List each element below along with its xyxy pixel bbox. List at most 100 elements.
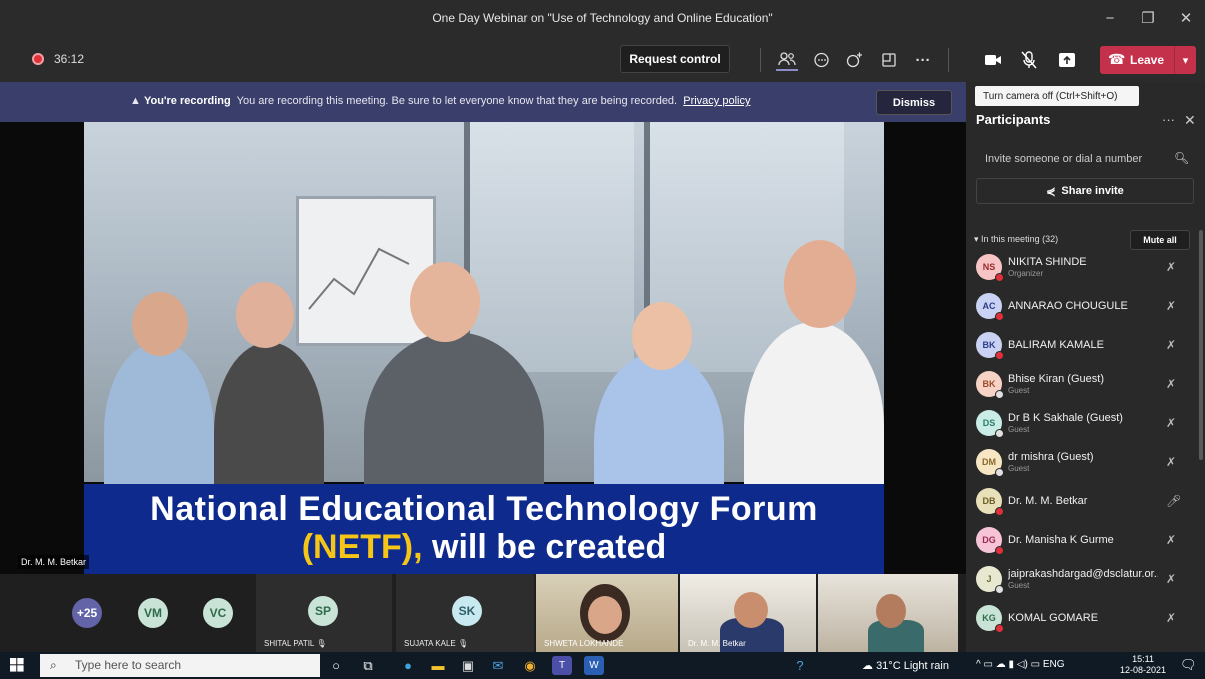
person-head [784, 240, 856, 328]
status-icon [995, 585, 1004, 594]
status-icon [995, 312, 1004, 321]
invite-input[interactable]: Invite someone or dial a number [976, 146, 1198, 172]
leave-button[interactable]: ☎ Leave ▾ [1100, 46, 1196, 74]
caption-line-1: National Educational Technology Forum [150, 490, 818, 528]
file-explorer-icon[interactable]: ▬ [428, 656, 448, 675]
caption-line-2: (NETF), will be created [84, 528, 884, 567]
system-tray[interactable]: ^ ▭ ☁ ▮ ◁) ▭ ENG [976, 659, 1064, 670]
participant-tile-name: SUJATA KALE 🎙 [404, 639, 469, 648]
chat-icon[interactable] [810, 49, 832, 71]
camera-tile[interactable]: Dr. M. M. Betkar [680, 574, 816, 652]
window-title: One Day Webinar on "Use of Technology an… [432, 11, 773, 25]
camera-tile[interactable] [818, 574, 958, 652]
privacy-policy-link[interactable]: Privacy policy [683, 95, 750, 107]
dismiss-button[interactable]: Dismiss [876, 90, 952, 115]
participant-role: Guest [1008, 425, 1030, 434]
rooms-icon[interactable] [878, 49, 900, 71]
participant-tile[interactable]: SP SHITAL PATIL 🎙 [256, 574, 392, 652]
participant-row[interactable]: DB Dr. M. M. Betkar 🎤︎ [966, 484, 1194, 518]
mic-off-icon[interactable]: ✗ [1166, 611, 1176, 625]
cortana-icon[interactable]: ○ [326, 656, 346, 675]
mic-off-icon[interactable]: ✗ [1166, 260, 1176, 274]
tray-icons: ▭ ☁ ▮ ◁) ▭ [983, 659, 1041, 670]
person-head [132, 292, 188, 356]
reactions-icon[interactable] [844, 49, 866, 71]
participant-tile-name: SHITAL PATIL 🎙 [264, 639, 327, 648]
camera-tile[interactable]: SHWETA LOKHANDE [536, 574, 678, 652]
participant-role: Organizer [1008, 269, 1044, 278]
camera-icon[interactable] [982, 49, 1004, 71]
mute-all-button[interactable]: Mute all [1130, 230, 1190, 250]
more-icon[interactable]: ··· [912, 49, 934, 71]
request-control-button[interactable]: Request control [620, 45, 730, 73]
participant-row[interactable]: BK BALIRAM KAMALE ✗ [966, 328, 1194, 362]
in-meeting-header[interactable]: ▾ In this meeting (32) [974, 234, 1058, 245]
mic-icon[interactable]: 🎤︎ [1166, 494, 1181, 508]
panel-more-icon[interactable]: ··· [1162, 112, 1175, 127]
participant-name: KOMAL GOMARE [1008, 612, 1099, 624]
avatar[interactable]: VM [138, 598, 168, 628]
taskbar-clock[interactable]: 15:11 12-08-2021 [1120, 654, 1166, 676]
person-face [876, 594, 906, 628]
participant-row[interactable]: KG KOMAL GOMARE ✗ [966, 601, 1194, 635]
maximize-button[interactable]: ❐ [1129, 0, 1167, 36]
chevron-down-icon[interactable]: ▾ [1174, 46, 1196, 74]
caption-rest: will be created [422, 528, 667, 566]
participant-row[interactable]: DS Dr B K Sakhale (Guest) Guest ✗ [966, 406, 1194, 440]
close-button[interactable]: ✕ [1167, 0, 1205, 36]
mic-off-icon: 🎙 [457, 639, 469, 648]
overflow-count-badge[interactable]: +25 [72, 598, 102, 628]
phone-hangup-icon: ☎ [1108, 51, 1126, 67]
minimize-button[interactable]: − [1091, 0, 1129, 36]
windows-start-icon[interactable] [10, 658, 24, 675]
participant-tile[interactable]: SK SUJATA KALE 🎙 [396, 574, 534, 652]
mic-off-icon[interactable]: ✗ [1166, 377, 1176, 391]
word-icon[interactable]: W [584, 656, 604, 675]
avatar: SP [308, 596, 338, 626]
weather-widget[interactable]: ☁ 31°C Light rain [862, 659, 949, 672]
participant-row[interactable]: NS NIKITA SHINDE Organizer ✗ [966, 250, 1194, 284]
participant-row[interactable]: DG Dr. Manisha K Gurme ✗ [966, 523, 1194, 557]
mic-off-icon[interactable] [1018, 49, 1040, 71]
mic-off-icon[interactable]: ✗ [1166, 533, 1176, 547]
taskbar-search-input[interactable]: ⌕ Type here to search [40, 654, 320, 677]
speaker-name-tag: Dr. M. M. Betkar [18, 555, 90, 569]
mail-icon[interactable]: ✉ [488, 656, 508, 675]
task-view-icon[interactable]: ⧉ [358, 656, 378, 675]
panel-close-icon[interactable]: ✕ [1184, 112, 1196, 129]
status-icon [995, 390, 1004, 399]
participant-name: BALIRAM KAMALE [1008, 339, 1104, 351]
participant-row[interactable]: DM dr mishra (Guest) Guest ✗ [966, 445, 1194, 479]
recording-label: You're recording [143, 95, 231, 107]
teams-icon[interactable]: T [552, 656, 572, 675]
participant-gallery: +25 VM VC SP SHITAL PATIL 🎙 SK SUJATA KA… [0, 574, 966, 652]
search-icon: ⌕ [50, 658, 57, 672]
store-icon[interactable]: ▣ [458, 656, 478, 675]
share-icon[interactable] [1056, 49, 1078, 71]
mic-off-icon[interactable]: ✗ [1166, 572, 1176, 586]
participants-scrollbar[interactable] [1199, 230, 1203, 460]
mic-off-icon[interactable]: ✗ [1166, 455, 1176, 469]
edge-icon[interactable]: ● [398, 656, 418, 675]
avatar: SK [452, 596, 482, 626]
avatar: DB [976, 488, 1004, 516]
participant-row[interactable]: AC ANNARAO CHOUGULE ✗ [966, 289, 1194, 323]
participant-row[interactable]: BK Bhise Kiran (Guest) Guest ✗ [966, 367, 1194, 401]
recording-banner: ▲ You're recording You are recording thi… [0, 82, 966, 122]
mic-off-icon[interactable]: ✗ [1166, 299, 1176, 313]
camera-tooltip: Turn camera off (Ctrl+Shift+O) [975, 86, 1139, 106]
avatar: J [976, 566, 1004, 594]
participant-row[interactable]: Jjaiprakashdargad@dsclatur.or... Guest ✗ [966, 562, 1194, 596]
share-invite-button[interactable]: ⋞ Share invite [976, 178, 1194, 204]
search-icon[interactable]: 🔍︎ [1174, 151, 1189, 165]
mic-off-icon[interactable]: ✗ [1166, 416, 1176, 430]
help-icon[interactable]: ? [790, 656, 810, 675]
mic-off-icon: 🎙 [316, 639, 327, 648]
avatar[interactable]: VC [203, 598, 233, 628]
mic-off-icon[interactable]: ✗ [1166, 338, 1176, 352]
participant-role: Guest [1008, 386, 1030, 395]
people-icon[interactable] [776, 49, 798, 71]
notification-icon[interactable]: 🗨 [1180, 657, 1197, 673]
chrome-icon[interactable]: ◉ [520, 656, 540, 675]
person-head [632, 302, 692, 370]
